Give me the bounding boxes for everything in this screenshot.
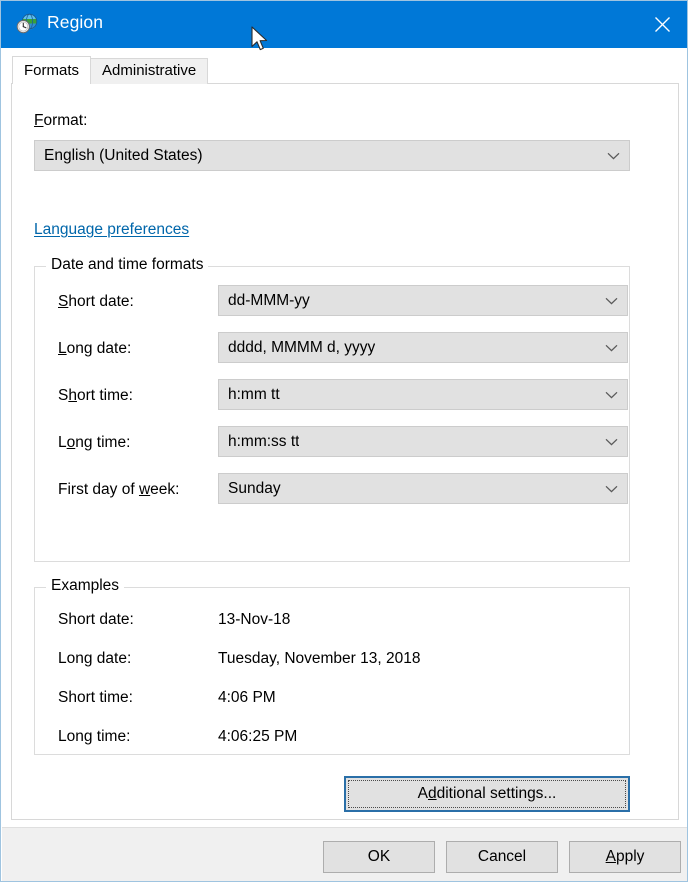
example-long-date-label: Long date: xyxy=(58,650,131,668)
chevron-down-icon xyxy=(605,333,618,362)
additional-settings-label: Additional settings... xyxy=(418,785,557,803)
ok-button-label: OK xyxy=(368,848,390,866)
examples-group: Examples Short date: 13-Nov-18 Long date… xyxy=(34,587,630,755)
example-short-date-value: 13-Nov-18 xyxy=(218,611,290,629)
short-time-combobox[interactable]: h:mm tt xyxy=(218,379,628,410)
tab-administrative-label: Administrative xyxy=(102,62,196,79)
chevron-down-icon xyxy=(605,427,618,456)
short-date-label: Short date: xyxy=(58,293,134,311)
format-label: Format: xyxy=(34,112,87,130)
first-day-of-week-label: First day of week: xyxy=(58,481,179,499)
additional-settings-button[interactable]: Additional settings... xyxy=(344,776,630,812)
format-combobox-value: English (United States) xyxy=(44,141,203,170)
long-date-combobox[interactable]: dddd, MMMM d, yyyy xyxy=(218,332,628,363)
long-date-value: dddd, MMMM d, yyyy xyxy=(228,333,375,362)
close-icon[interactable] xyxy=(635,1,688,48)
first-day-of-week-combobox[interactable]: Sunday xyxy=(218,473,628,504)
tab-formats-label: Formats xyxy=(24,62,79,79)
chevron-down-icon xyxy=(605,286,618,315)
window-title: Region xyxy=(47,12,103,33)
formats-tab-page: Format: English (United States) Language… xyxy=(11,83,679,820)
title-bar: Region xyxy=(1,1,688,48)
format-combobox[interactable]: English (United States) xyxy=(34,140,630,171)
chevron-down-icon xyxy=(607,141,620,170)
example-long-date-value: Tuesday, November 13, 2018 xyxy=(218,650,420,668)
dialog-button-bar: OK Cancel Apply xyxy=(2,827,688,882)
cancel-button[interactable]: Cancel xyxy=(446,841,558,873)
apply-button-label: Apply xyxy=(606,848,645,866)
example-short-date-label: Short date: xyxy=(58,611,134,629)
long-date-label: Long date: xyxy=(58,340,131,358)
examples-legend: Examples xyxy=(46,577,124,595)
date-time-formats-group: Date and time formats Short date: dd-MMM… xyxy=(34,266,630,562)
example-short-time-value: 4:06 PM xyxy=(218,689,276,707)
long-time-label: Long time: xyxy=(58,434,130,452)
date-time-formats-legend: Date and time formats xyxy=(46,256,208,274)
first-day-of-week-value: Sunday xyxy=(228,474,281,503)
language-preferences-link[interactable]: Language preferences xyxy=(34,221,189,239)
tab-formats[interactable]: Formats xyxy=(12,56,91,84)
region-globe-clock-icon xyxy=(15,12,39,36)
short-date-combobox[interactable]: dd-MMM-yy xyxy=(218,285,628,316)
example-short-time-label: Short time: xyxy=(58,689,133,707)
ok-button[interactable]: OK xyxy=(323,841,435,873)
short-time-value: h:mm tt xyxy=(228,380,280,409)
apply-button[interactable]: Apply xyxy=(569,841,681,873)
tab-strip: Formats Administrative xyxy=(12,57,208,84)
tab-administrative[interactable]: Administrative xyxy=(90,58,208,84)
short-time-label: Short time: xyxy=(58,387,133,405)
example-long-time-label: Long time: xyxy=(58,728,130,746)
example-long-time-value: 4:06:25 PM xyxy=(218,728,297,746)
short-date-value: dd-MMM-yy xyxy=(228,286,310,315)
long-time-value: h:mm:ss tt xyxy=(228,427,299,456)
long-time-combobox[interactable]: h:mm:ss tt xyxy=(218,426,628,457)
cancel-button-label: Cancel xyxy=(478,848,526,866)
region-dialog-window: Region Formats Administrative Format: En… xyxy=(0,0,688,882)
chevron-down-icon xyxy=(605,474,618,503)
chevron-down-icon xyxy=(605,380,618,409)
